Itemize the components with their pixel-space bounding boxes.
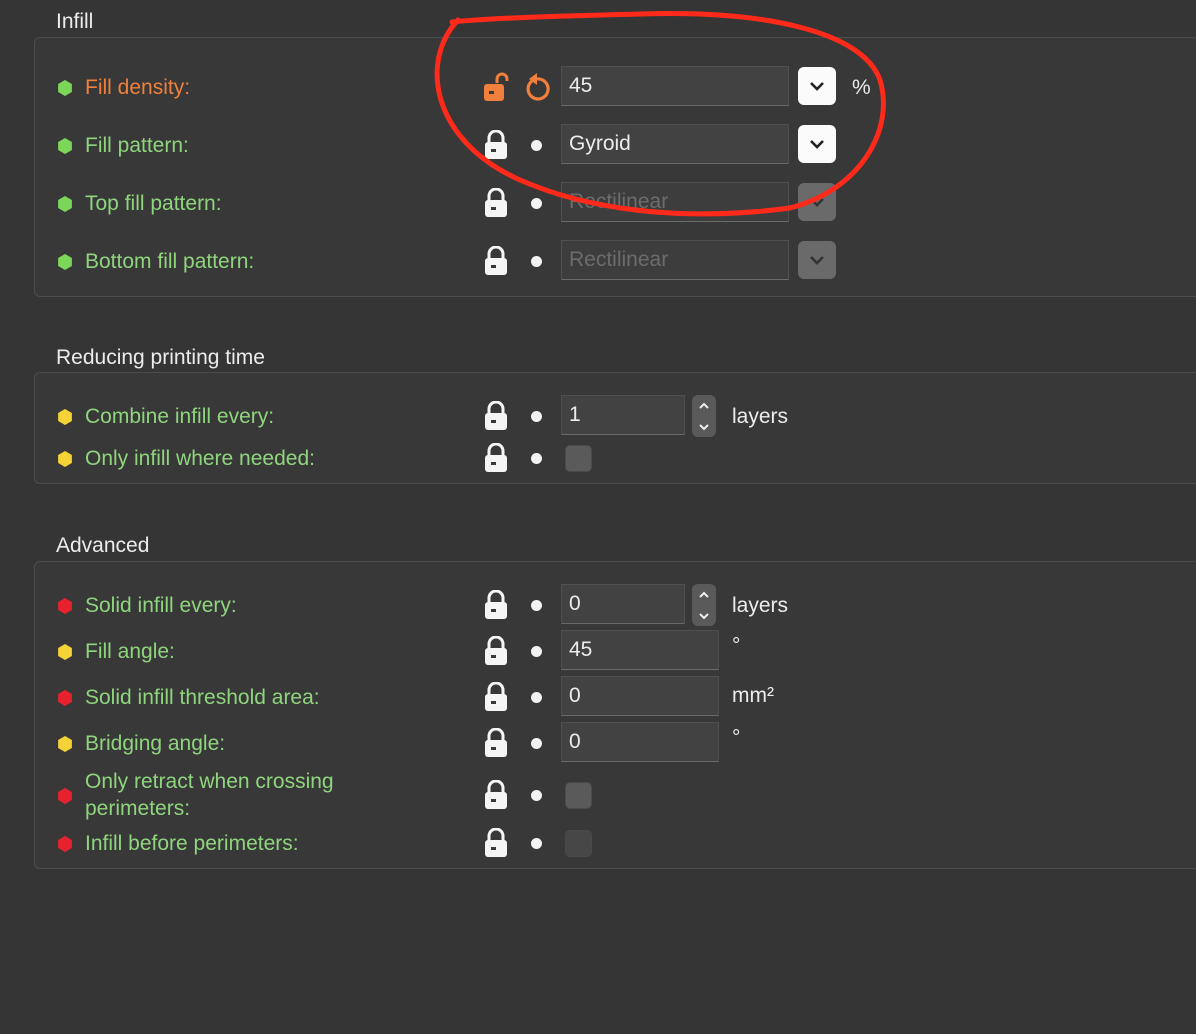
- infill-before-label: Infill before perimeters:: [85, 832, 299, 855]
- section-title-infill: Infill: [56, 10, 94, 33]
- system-value-dot: [531, 646, 542, 657]
- fill-density-dropdown-button[interactable]: [798, 67, 836, 105]
- green-hex-icon: [58, 80, 72, 96]
- row-fill-pattern: Fill pattern: Gyroid: [35, 122, 1196, 168]
- only-retract-checkbox[interactable]: [565, 782, 592, 809]
- combine-infill-unit: layers: [732, 405, 789, 428]
- combine-infill-stepper[interactable]: [692, 395, 716, 437]
- bottom-fill-pattern-dropdown-button[interactable]: [798, 241, 836, 279]
- fill-density-input[interactable]: 45: [561, 66, 789, 106]
- yellow-hex-icon: [58, 451, 72, 467]
- red-hex-icon: [58, 598, 72, 614]
- system-value-dot: [531, 411, 542, 422]
- top-fill-pattern-select[interactable]: Rectilinear: [561, 182, 789, 222]
- system-value-dot: [531, 738, 542, 749]
- lock-icon[interactable]: [483, 636, 509, 666]
- chevron-down-icon[interactable]: [698, 423, 710, 431]
- row-solid-threshold: Solid infill threshold area: 0 mm²: [35, 674, 1196, 720]
- row-bottom-fill-pattern: Bottom fill pattern: Rectilinear: [35, 238, 1196, 284]
- fill-pattern-label: Fill pattern:: [85, 134, 189, 157]
- unlocked-lock-icon[interactable]: [483, 72, 509, 102]
- solid-threshold-label: Solid infill threshold area:: [85, 686, 320, 709]
- only-retract-label-line1: Only retract when crossing: [85, 770, 334, 793]
- bridging-angle-unit: °: [732, 726, 741, 749]
- chevron-up-icon[interactable]: [698, 402, 710, 410]
- system-value-dot: [531, 790, 542, 801]
- row-infill-before-perimeters: Infill before perimeters:: [35, 820, 1196, 866]
- system-value-dot: [531, 838, 542, 849]
- only-retract-label-line2: perimeters:: [85, 797, 191, 820]
- top-fill-pattern-dropdown-button[interactable]: [798, 183, 836, 221]
- only-infill-needed-checkbox[interactable]: [565, 445, 592, 472]
- solid-threshold-input[interactable]: 0: [561, 676, 719, 716]
- green-hex-icon: [58, 138, 72, 154]
- bridging-angle-input[interactable]: 0: [561, 722, 719, 762]
- row-bridging-angle: Bridging angle: 0 °: [35, 720, 1196, 766]
- undo-arrow-icon[interactable]: [523, 72, 551, 102]
- solid-infill-every-label: Solid infill every:: [85, 594, 237, 617]
- chevron-down-icon: [810, 256, 824, 265]
- yellow-hex-icon: [58, 644, 72, 660]
- row-combine-infill: Combine infill every: 1 layers: [35, 393, 1196, 439]
- section-title-advanced: Advanced: [56, 534, 150, 557]
- fill-angle-unit: °: [732, 634, 741, 657]
- red-hex-icon: [58, 836, 72, 852]
- lock-icon[interactable]: [483, 682, 509, 712]
- solid-infill-every-input[interactable]: 0: [561, 584, 685, 624]
- lock-icon[interactable]: [483, 246, 509, 276]
- row-solid-infill-every: Solid infill every: 0 layers: [35, 582, 1196, 628]
- system-value-dot: [531, 198, 542, 209]
- bottom-fill-pattern-select[interactable]: Rectilinear: [561, 240, 789, 280]
- chevron-down-icon: [810, 198, 824, 207]
- combine-infill-input[interactable]: 1: [561, 395, 685, 435]
- yellow-hex-icon: [58, 409, 72, 425]
- chevron-down-icon: [810, 140, 824, 149]
- chevron-down-icon: [810, 82, 824, 91]
- advanced-group: Solid infill every: 0 layers Fill angle:…: [34, 561, 1196, 869]
- bridging-angle-label: Bridging angle:: [85, 732, 226, 755]
- chevron-up-icon[interactable]: [698, 591, 710, 599]
- system-value-dot: [531, 600, 542, 611]
- lock-icon[interactable]: [483, 443, 509, 473]
- lock-icon[interactable]: [483, 780, 509, 810]
- fill-angle-label: Fill angle:: [85, 640, 175, 663]
- section-title-reducing: Reducing printing time: [56, 346, 265, 369]
- lock-icon[interactable]: [483, 590, 509, 620]
- solid-threshold-unit: mm²: [732, 684, 774, 707]
- row-top-fill-pattern: Top fill pattern: Rectilinear: [35, 180, 1196, 226]
- green-hex-icon: [58, 196, 72, 212]
- row-only-retract: Only retract when crossing perimeters:: [35, 770, 1196, 826]
- lock-icon[interactable]: [483, 401, 509, 431]
- infill-before-checkbox[interactable]: [565, 830, 592, 857]
- lock-icon[interactable]: [483, 130, 509, 160]
- row-fill-angle: Fill angle: 45 °: [35, 628, 1196, 674]
- system-value-dot: [531, 453, 542, 464]
- system-value-dot: [531, 256, 542, 267]
- solid-infill-every-stepper[interactable]: [692, 584, 716, 626]
- row-fill-density: Fill density: 45 %: [35, 64, 1196, 110]
- system-value-dot: [531, 692, 542, 703]
- fill-pattern-select[interactable]: Gyroid: [561, 124, 789, 164]
- red-hex-icon: [58, 690, 72, 706]
- fill-density-unit: %: [852, 76, 871, 99]
- lock-icon[interactable]: [483, 828, 509, 858]
- red-hex-icon: [58, 788, 72, 804]
- system-value-dot: [531, 140, 542, 151]
- chevron-down-icon[interactable]: [698, 612, 710, 620]
- only-infill-needed-label: Only infill where needed:: [85, 447, 315, 470]
- solid-infill-every-unit: layers: [732, 594, 789, 617]
- row-only-infill-needed: Only infill where needed:: [35, 435, 1196, 481]
- lock-icon[interactable]: [483, 728, 509, 758]
- fill-angle-input[interactable]: 45: [561, 630, 719, 670]
- reducing-group: Combine infill every: 1 layers Only infi…: [34, 372, 1196, 484]
- combine-infill-label: Combine infill every:: [85, 405, 275, 428]
- fill-pattern-dropdown-button[interactable]: [798, 125, 836, 163]
- bottom-fill-pattern-label: Bottom fill pattern:: [85, 250, 255, 273]
- top-fill-pattern-label: Top fill pattern:: [85, 192, 222, 215]
- fill-density-label: Fill density:: [85, 76, 191, 99]
- green-hex-icon: [58, 254, 72, 270]
- lock-icon[interactable]: [483, 188, 509, 218]
- infill-group: Fill density: 45 % Fill pattern: Gyroid: [34, 37, 1196, 297]
- yellow-hex-icon: [58, 736, 72, 752]
